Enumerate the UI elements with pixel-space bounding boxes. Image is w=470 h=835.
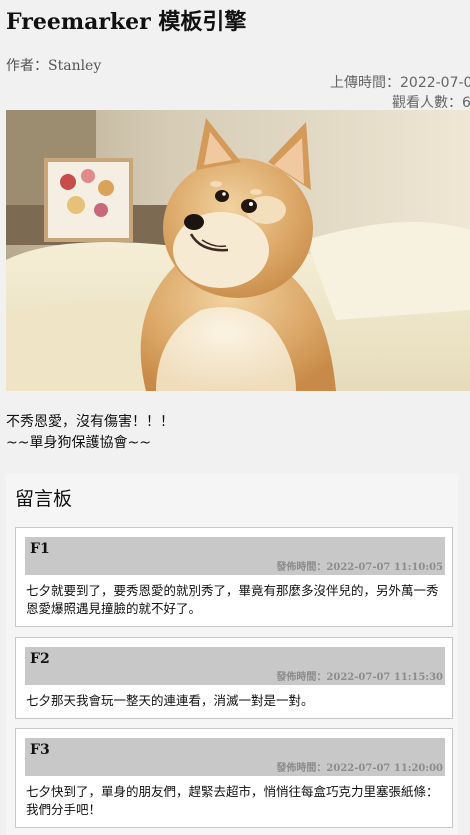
comment-header: F1 發佈時間：2022-07-07 11:10:05 <box>25 537 445 575</box>
view-count-row: 觀看人數：6 <box>0 92 470 112</box>
shiba-dog-photo <box>6 110 470 391</box>
comment-floor: F3 <box>30 742 50 758</box>
comment-card: F1 發佈時間：2022-07-07 11:10:05 七夕就要到了，要秀恩愛的… <box>15 527 453 627</box>
comment-text: 七夕就要到了，要秀恩愛的就別秀了，畢竟有那麼多沒伴兒的，另外萬一秀恩愛爆照遇見撞… <box>26 583 439 616</box>
comment-header: F3 發佈時間：2022-07-07 11:20:00 <box>25 738 445 776</box>
comment-floor: F2 <box>30 651 50 667</box>
upload-time-row: 上傳時間：2022-07-07 <box>0 72 470 92</box>
caption-line-2: ~~單身狗保護協會~~ <box>6 435 151 451</box>
page: Freemarker 模板引擎 作者：Stanley 上傳時間：2022-07-… <box>0 0 470 835</box>
comment-card: F2 發佈時間：2022-07-07 11:15:30 七夕那天我會玩一整天的連… <box>15 637 453 719</box>
article-title: Freemarker 模板引擎 <box>6 9 247 35</box>
comment-posted-time: 發佈時間：2022-07-07 11:10:05 <box>276 562 443 573</box>
comment-text: 七夕那天我會玩一整天的連連看，消滅一對是一對。 <box>26 693 314 708</box>
comment-header: F2 發佈時間：2022-07-07 11:15:30 <box>25 647 445 685</box>
message-board: 留言板 F1 發佈時間：2022-07-07 11:10:05 七夕就要到了，要… <box>6 474 458 835</box>
message-board-title: 留言板 <box>15 488 73 510</box>
comment-floor: F1 <box>30 541 50 557</box>
comment-posted-time: 發佈時間：2022-07-07 11:15:30 <box>276 672 443 683</box>
comment-posted-time: 發佈時間：2022-07-07 11:20:00 <box>276 763 443 774</box>
comment-text: 七夕快到了，單身的朋友們，趕緊去超市，悄悄往每盒巧克力里塞張紙條：我們分手吧！ <box>26 784 439 817</box>
view-count: 觀看人數：6 <box>392 95 470 111</box>
caption-line-1: 不秀恩愛，沒有傷害！！！ <box>6 414 174 430</box>
comment-card: F3 發佈時間：2022-07-07 11:20:00 七夕快到了，單身的朋友們… <box>15 728 453 828</box>
upload-time: 上傳時間：2022-07-07 <box>330 75 470 91</box>
